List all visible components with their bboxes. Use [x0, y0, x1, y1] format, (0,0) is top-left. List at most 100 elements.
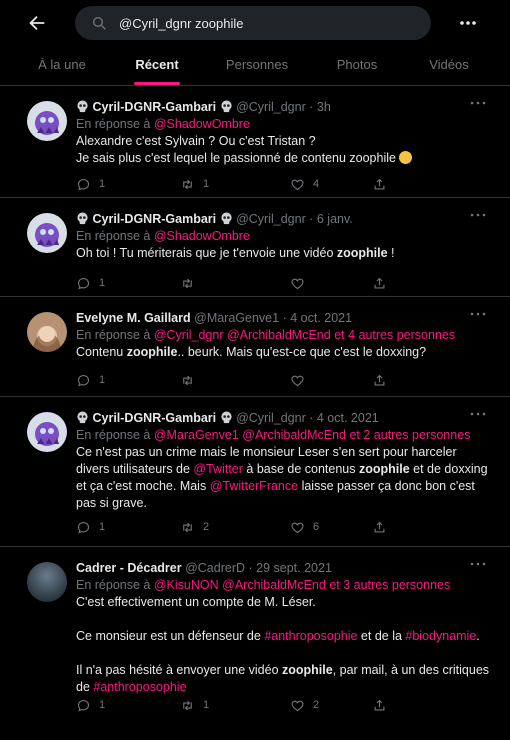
like-button[interactable] [290, 370, 313, 390]
tweet[interactable]: Cyril-DGNR-Gambari @Cyril_dgnr · 6 janv.… [0, 199, 510, 297]
author-handle[interactable]: @Cyril_dgnr [236, 212, 306, 226]
retweet-icon [183, 278, 192, 288]
reply-prefix: En réponse à [76, 229, 151, 243]
author-name[interactable]: Cyril-DGNR-Gambari [92, 100, 216, 114]
share-button[interactable] [372, 370, 387, 390]
avatar[interactable] [27, 412, 67, 452]
like-count: 2 [313, 699, 320, 711]
avatar[interactable] [27, 312, 67, 352]
reply-mention[interactable]: @ShadowOmbre [154, 229, 250, 243]
reply-mention[interactable]: @ArchibaldMcEnd [242, 428, 346, 442]
reply-mention[interactable]: @MaraGenve1 [154, 428, 239, 442]
retweet-button[interactable]: 1 [180, 174, 209, 194]
reply-count: 1 [99, 277, 106, 289]
hashtag-link[interactable]: #anthroposophie [93, 680, 186, 694]
more-options-icon[interactable] [458, 13, 478, 33]
tweet-more-icon[interactable] [470, 211, 486, 219]
back-arrow-icon[interactable] [26, 12, 48, 34]
author-handle[interactable]: @Cyril_dgnr [236, 411, 306, 425]
tweet[interactable]: Cadrer - Décadrer @CadrerD · 29 sept. 20… [0, 548, 510, 740]
author-name[interactable]: Cyril-DGNR-Gambari [92, 411, 216, 425]
author-handle[interactable]: @Cyril_dgnr [236, 100, 306, 114]
retweet-icon [183, 179, 192, 189]
tweet-more-icon[interactable] [470, 99, 486, 107]
tweet-actions: 1 1 4 [76, 174, 406, 194]
retweet-button[interactable]: 1 [180, 695, 209, 715]
reply-prefix: En réponse à [76, 428, 151, 442]
tweet-time[interactable]: · 3h [309, 100, 331, 114]
search-term-highlight: zoophile [126, 345, 178, 359]
tweet-more-icon[interactable] [470, 310, 486, 318]
hashtag-link[interactable]: #biodynamie [405, 629, 476, 643]
author-name[interactable]: Cyril-DGNR-Gambari [92, 212, 216, 226]
avatar[interactable] [27, 213, 67, 253]
avatar[interactable] [27, 562, 67, 602]
author-handle[interactable]: @CadrerD [185, 561, 245, 575]
reply-count: 1 [99, 178, 106, 190]
tab-photos[interactable]: Photos [320, 46, 394, 86]
tweet-time[interactable]: · 29 sept. 2021 [249, 561, 332, 575]
reply-mention[interactable]: @Cyril_dgnr [154, 328, 224, 342]
tweet-text: Ce n'est pas un crime mais le monsieur L… [76, 444, 490, 512]
retweet-button[interactable] [180, 273, 203, 293]
search-term-highlight: zoophile [358, 462, 410, 476]
like-button[interactable]: 2 [290, 695, 319, 715]
search-input[interactable] [119, 15, 419, 31]
reply-button[interactable]: 1 [76, 174, 105, 194]
like-button[interactable]: 6 [290, 517, 319, 537]
retweet-button[interactable] [180, 370, 203, 390]
tweet-header: Cadrer - Décadrer @CadrerD · 29 sept. 20… [76, 559, 490, 577]
reply-mention[interactable]: @ArchibaldMcEnd [227, 328, 331, 342]
reply-mention[interactable]: @ArchibaldMcEnd [222, 578, 326, 592]
hashtag-link[interactable]: #anthroposophie [264, 629, 357, 643]
reply-button[interactable]: 1 [76, 370, 105, 390]
skull-emoji-icon [77, 212, 88, 225]
tweet-text: Alexandre c'est Sylvain ? Ou c'est Trist… [76, 133, 490, 167]
tab-a-la-une[interactable]: À la une [20, 46, 104, 86]
share-button[interactable] [372, 517, 387, 537]
search-box[interactable] [75, 6, 431, 40]
share-icon [374, 277, 385, 288]
tweet-text-part: Ce monsieur est un défenseur de [76, 629, 265, 643]
tweet-time[interactable]: · 6 janv. [309, 212, 353, 226]
reply-button[interactable]: 1 [76, 517, 105, 537]
tweet-text-part: ! [387, 246, 395, 260]
tweet[interactable]: Evelyne M. Gaillard @MaraGenve1 · 4 oct.… [0, 298, 510, 397]
share-button[interactable] [372, 695, 387, 715]
tweet-text-part: .. beurk. Mais qu'est-ce que c'est le do… [177, 345, 427, 359]
tweet[interactable]: Cyril-DGNR-Gambari @Cyril_dgnr · 4 oct. … [0, 398, 510, 547]
share-button[interactable] [372, 273, 387, 293]
tweet-more-icon[interactable] [470, 410, 486, 418]
reply-others-link[interactable]: et 4 autres personnes [334, 328, 455, 342]
mention-link[interactable]: @TwitterFrance [210, 479, 298, 493]
reply-button[interactable]: 1 [76, 695, 105, 715]
reply-mention[interactable]: @ShadowOmbre [154, 117, 250, 131]
share-button[interactable] [372, 174, 387, 194]
tweet-time[interactable]: · 4 oct. 2021 [283, 311, 353, 325]
author-handle[interactable]: @MaraGenve1 [194, 311, 279, 325]
skull-emoji-icon [77, 411, 88, 424]
like-button[interactable] [290, 273, 313, 293]
tab-videos[interactable]: Vidéos [414, 46, 484, 86]
like-button[interactable]: 4 [290, 174, 319, 194]
tab-personnes[interactable]: Personnes [212, 46, 302, 86]
tweet-text: C'est effectivement un compte de M. Lése… [76, 594, 490, 696]
mention-link[interactable]: @Twitter [193, 462, 243, 476]
tweet-more-icon[interactable] [470, 560, 486, 568]
reply-others-link[interactable]: et 2 autres personnes [349, 428, 470, 442]
tweet-text-line: Alexandre c'est Sylvain ? Ou c'est Trist… [76, 134, 316, 148]
tweet[interactable]: Cyril-DGNR-Gambari @Cyril_dgnr · 3h En r… [0, 87, 510, 198]
tab-recent[interactable]: Récent [122, 46, 192, 86]
reply-context: En réponse à @ShadowOmbre [76, 116, 490, 133]
reply-mention[interactable]: @KisuNON [154, 578, 219, 592]
reply-others-link[interactable]: et 3 autres personnes [329, 578, 450, 592]
share-icon [374, 521, 385, 532]
retweet-icon [183, 522, 192, 532]
author-name[interactable]: Evelyne M. Gaillard [76, 311, 191, 325]
reply-button[interactable]: 1 [76, 273, 105, 293]
author-name[interactable]: Cadrer - Décadrer [76, 561, 182, 575]
tweet-time[interactable]: · 4 oct. 2021 [309, 411, 379, 425]
avatar[interactable] [27, 101, 67, 141]
retweet-button[interactable]: 2 [180, 517, 209, 537]
